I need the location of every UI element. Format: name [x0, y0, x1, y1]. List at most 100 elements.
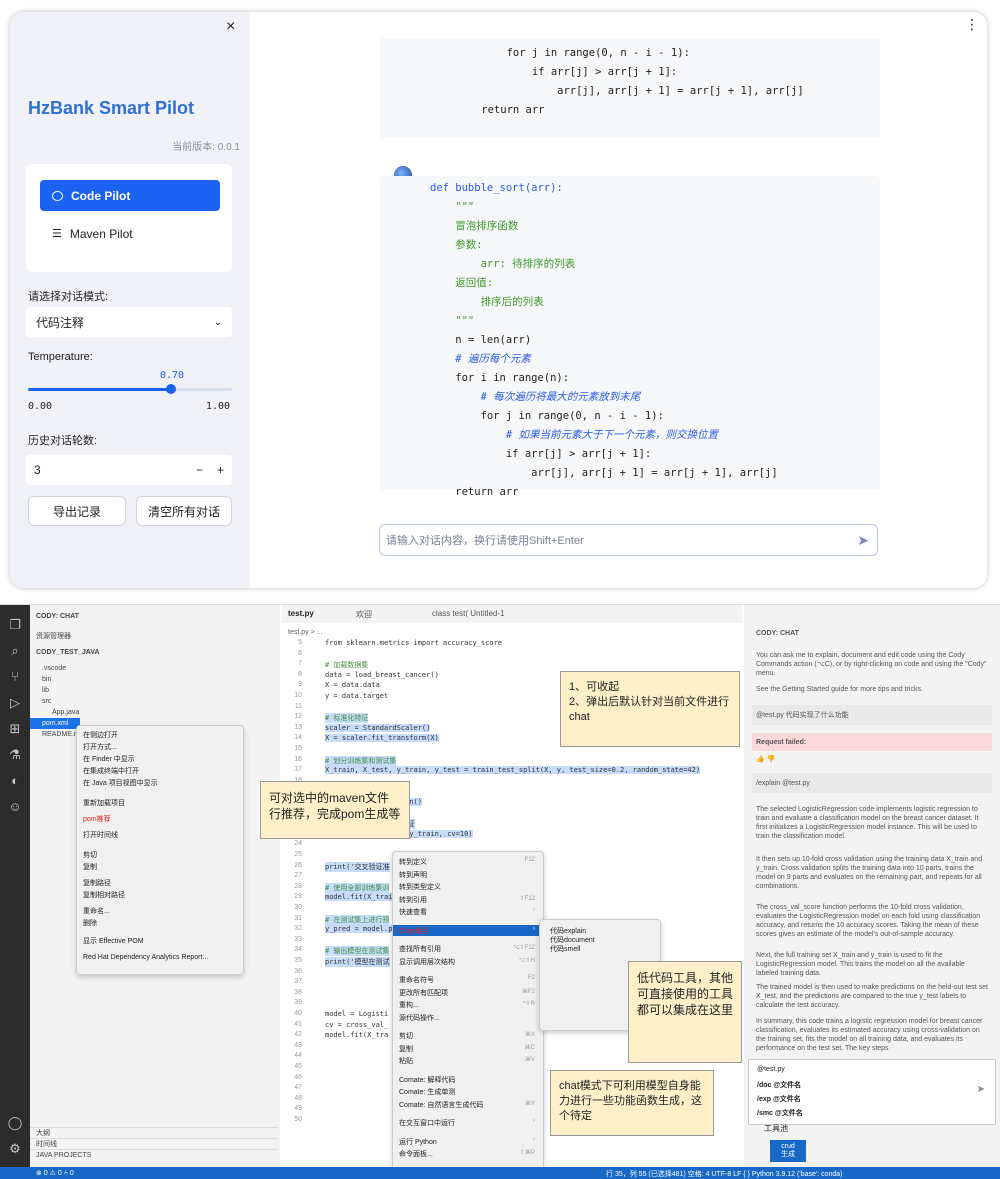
menu-item[interactable]: 更改所有匹配项 ⌘F2 — [393, 987, 543, 998]
status-problems[interactable]: ⊗ 0 ⚠ 0 ⑃ 0 — [36, 1169, 74, 1177]
menu-item[interactable]: Comate: 解释代码 — [393, 1074, 543, 1085]
explorer-section[interactable]: JAVA PROJECTS — [30, 1149, 278, 1160]
chat-input[interactable]: 请输入对话内容，换行请使用Shift+Enter ➤ — [379, 524, 878, 556]
code-line[interactable]: # 划分训练集和测试集 — [325, 755, 397, 766]
tab-test-py[interactable]: test.py — [288, 609, 314, 618]
extensions-icon[interactable]: ⊞ — [7, 721, 23, 737]
test-icon[interactable]: ⚗ — [7, 747, 23, 763]
menu-item[interactable]: Cody助手 › — [393, 924, 543, 936]
menu-item[interactable]: 在集成终端中打开 — [83, 766, 139, 776]
tree-item[interactable]: src — [30, 696, 278, 707]
tab-untitled[interactable]: class test( Untitled-1 — [432, 609, 504, 618]
code-line[interactable]: print('模型在测试 — [325, 957, 390, 967]
menu-item[interactable]: Comate: 生成单测 — [393, 1086, 543, 1097]
menu-item[interactable]: 剪切 ⌘X — [393, 1030, 543, 1041]
send-icon[interactable]: ➤ — [857, 532, 869, 549]
menu-item[interactable]: 快速查看 › — [393, 906, 543, 917]
code-line[interactable]: model.fit(X_tra — [325, 1031, 388, 1039]
slider-thumb[interactable] — [165, 384, 176, 394]
code-line[interactable]: model.fit(X_trai — [325, 893, 393, 902]
tree-item[interactable]: .vscode — [30, 663, 278, 674]
clear-button[interactable]: 清空所有对话 — [136, 496, 232, 526]
code-line[interactable]: cv = cross_val_ — [325, 1021, 388, 1029]
code-line[interactable]: data = load_breast_cancer() — [325, 671, 439, 679]
mode-select[interactable]: 代码注释 ⌄ — [26, 307, 232, 337]
run-icon[interactable]: ▷ — [7, 695, 23, 711]
menu-item[interactable]: pom推荐 — [83, 814, 111, 824]
menu-item[interactable]: 复制路径 — [83, 878, 111, 888]
menu-item[interactable]: 复制相对路径 — [83, 890, 125, 900]
code-line[interactable]: scaler = StandardScaler() — [325, 723, 431, 732]
menu-item[interactable]: 转到定义 F12 — [393, 856, 543, 867]
menu-item[interactable]: 命令面板... ⇧⌘P — [393, 1148, 543, 1159]
project-root[interactable]: CODY_TEST_JAVA — [30, 647, 278, 658]
menu-item[interactable]: 重构... ^⇧R — [393, 999, 543, 1010]
nav-maven-pilot[interactable]: ☰ Maven Pilot — [40, 218, 220, 249]
menu-item[interactable]: 查找所有引用 ⌥⇧F12 — [393, 943, 543, 954]
code-line[interactable]: X = data.data — [325, 681, 380, 689]
tree-item[interactable]: lib — [30, 685, 278, 696]
code-line[interactable]: X = scaler.fit_transform(X) — [325, 734, 439, 743]
temperature-slider[interactable] — [28, 384, 232, 394]
menu-item[interactable]: 转到声明 — [393, 869, 543, 880]
menu-item[interactable]: Comate: 自然语言生成代码 ⌘Y — [393, 1099, 543, 1110]
cody-input[interactable]: @test.py/doc @文件名/exp @文件名/smc @文件名 ➤ — [748, 1059, 996, 1125]
code-line[interactable]: # 使用全部训练集训 — [325, 882, 390, 893]
code-line[interactable]: # 加载数据集 — [325, 660, 368, 670]
code-line[interactable]: X_train, X_test, y_train, y_test = train… — [325, 766, 701, 775]
tree-item[interactable]: pom.xml — [30, 718, 80, 729]
close-icon[interactable]: × — [226, 18, 235, 36]
code-line[interactable]: from sklearn.metrics import accuracy_sco… — [325, 639, 502, 647]
explorer-icon[interactable]: ❐ — [7, 617, 23, 633]
code-line[interactable]: model = Logisti — [325, 1010, 388, 1018]
submenu-item[interactable]: 代码smell — [550, 944, 580, 954]
plus-button[interactable]: + — [217, 463, 224, 477]
menu-item[interactable]: 打开方式... — [83, 742, 117, 752]
menu-item[interactable]: 在交互窗口中运行 › — [393, 1117, 543, 1128]
source-control-icon[interactable]: ⑂ — [7, 669, 23, 685]
explorer-section[interactable]: 时间线 — [30, 1138, 278, 1149]
tab-welcome[interactable]: 欢迎 — [356, 609, 372, 620]
menu-item[interactable]: 复制 ⌘C — [393, 1043, 543, 1054]
menu-item[interactable]: 重命名符号 F2 — [393, 974, 543, 985]
menu-item[interactable]: 重新加载项目 — [83, 798, 125, 808]
tree-item[interactable]: bin — [30, 674, 278, 685]
minus-button[interactable]: − — [196, 463, 203, 477]
menu-item[interactable]: Red Hat Dependency Analytics Report... — [83, 954, 208, 961]
menu-item[interactable]: 复制 — [83, 862, 97, 872]
menu-item[interactable]: 运行 Python › — [393, 1136, 543, 1147]
cody-icon[interactable]: ◐ — [7, 773, 23, 789]
crud-button[interactable]: crud 生成 — [770, 1140, 806, 1162]
tree-item[interactable]: App.java — [30, 707, 278, 718]
menu-item[interactable]: 删除 — [83, 918, 97, 928]
feedback-icons[interactable]: 👍 👎 — [756, 755, 988, 764]
menu-item[interactable]: 在 Java 项目视图中显示 — [83, 778, 158, 788]
menu-item[interactable]: 在 Finder 中显示 — [83, 754, 135, 764]
code-line[interactable]: # 标准化特征 — [325, 713, 369, 724]
menu-item[interactable]: 粘贴 ⌘V — [393, 1055, 543, 1066]
smile-icon[interactable]: ☺ — [7, 799, 23, 815]
menu-item[interactable]: 重命名... — [83, 906, 110, 916]
export-button[interactable]: 导出记录 — [28, 496, 126, 526]
menu-item[interactable]: 显示 Effective POM — [83, 936, 144, 946]
menu-item[interactable]: 显示调用层次结构 ⌥⇧H — [393, 956, 543, 967]
history-stepper[interactable]: 3 − + — [26, 455, 232, 485]
gear-icon[interactable]: ⚙ — [7, 1141, 23, 1157]
menu-item[interactable]: 源代码操作... — [393, 1012, 543, 1023]
code-line[interactable]: # 在测试集上进行预 — [325, 914, 390, 925]
code-line[interactable]: y = data.target — [325, 692, 388, 700]
explorer-section[interactable]: 大纲 — [30, 1127, 278, 1138]
code-line[interactable]: # 输出模型在测试集 — [325, 946, 390, 957]
send-icon[interactable]: ➤ — [977, 1084, 985, 1095]
menu-item[interactable]: 剪切 — [83, 850, 97, 860]
menu-item[interactable]: 转到类型定义 — [393, 881, 543, 892]
menu-item[interactable]: 转到引用 ⇧F12 — [393, 894, 543, 905]
account-icon[interactable]: ◯ — [7, 1115, 23, 1131]
more-icon[interactable]: ⋮ — [965, 16, 979, 33]
nav-code-pilot[interactable]: Code Pilot — [40, 180, 220, 211]
code-line[interactable]: print('交叉验证准 — [325, 861, 390, 872]
code-line[interactable]: y_pred = model.p — [325, 925, 393, 934]
menu-item[interactable]: 在侧边打开 — [83, 730, 118, 740]
search-icon[interactable]: ⌕ — [7, 643, 23, 659]
menu-item[interactable]: 打开时间线 — [83, 830, 118, 840]
